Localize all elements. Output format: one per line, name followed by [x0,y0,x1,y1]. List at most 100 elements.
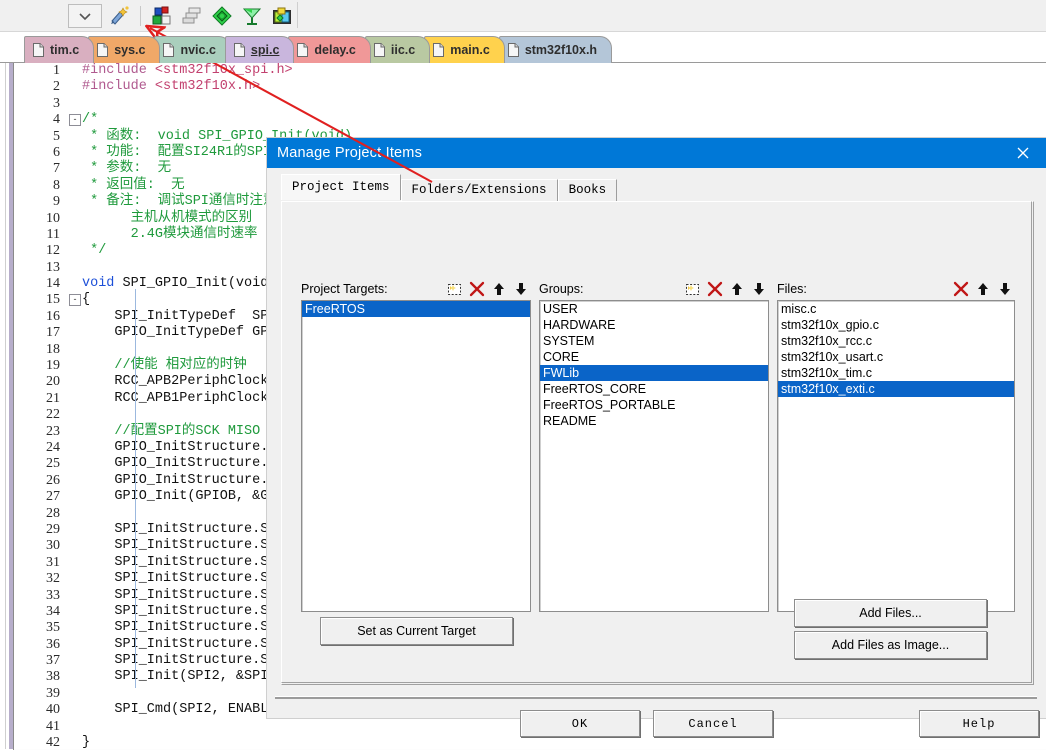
line-number: 41 [46,718,60,734]
move-up-icon[interactable] [489,279,509,299]
dialog-tab-folders-extensions[interactable]: Folders/Extensions [400,179,558,202]
line-number: 7 [53,161,60,177]
line-number: 19 [46,358,60,374]
list-item[interactable]: stm32f10x_gpio.c [778,317,1014,333]
line-number: 10 [46,210,60,226]
list-item[interactable]: stm32f10x_exti.c [778,381,1014,397]
move-up-icon[interactable] [727,279,747,299]
toolbar-separator [140,5,141,26]
editor-tab-label: sys.c [114,43,146,57]
editor-tab-spi-c[interactable]: spi.c [224,36,295,63]
dialog-separator [275,696,1037,699]
manage-project-items-dialog[interactable]: Manage Project Items Project Items Folder… [267,138,1046,737]
line-number: 16 [46,308,60,324]
dialog-tab-books[interactable]: Books [557,179,618,202]
list-item[interactable]: FreeRTOS [302,301,530,317]
project-targets-listbox[interactable]: FreeRTOS [301,300,531,612]
list-item[interactable]: stm32f10x_rcc.c [778,333,1014,349]
editor-tab-label: delay.c [314,43,356,57]
move-down-icon[interactable] [511,279,531,299]
manage-runtime-env-icon[interactable] [269,3,295,29]
list-item[interactable]: FreeRTOS_CORE [540,381,768,397]
list-item[interactable]: FreeRTOS_PORTABLE [540,397,768,413]
list-item[interactable]: SYSTEM [540,333,768,349]
delete-icon[interactable] [467,279,487,299]
fold-column [68,79,82,95]
editor-tab-bar[interactable]: tim.c sys.c nvic.c spi.c delay.c iic.c main.c s… [0,31,1046,63]
file-page-icon [33,43,44,57]
line-number: 20 [46,374,60,390]
dialog-tab-list[interactable]: Project Items Folders/Extensions Books [281,174,618,202]
line-number: 21 [46,390,60,406]
editor-tab-sys-c[interactable]: sys.c [88,36,161,63]
delete-icon[interactable] [951,279,971,299]
add-files-button[interactable]: Add Files... [794,599,987,627]
fold-column [68,309,82,325]
pack-installer-icon[interactable] [239,3,265,29]
ide-toolbar[interactable] [0,0,1046,32]
editor-tab-label: spi.c [250,43,280,57]
list-item[interactable]: README [540,413,768,429]
list-item[interactable]: USER [540,301,768,317]
fold-column [68,325,82,341]
list-item[interactable]: misc.c [778,301,1014,317]
fold-column [68,96,82,112]
close-icon[interactable] [1000,138,1046,168]
dialog-title: Manage Project Items [277,145,423,161]
help-button[interactable]: Help [919,710,1039,737]
configure-wizard-icon[interactable] [106,3,132,29]
fold-column [68,63,82,79]
list-item[interactable]: stm32f10x_tim.c [778,365,1014,381]
manage-multi-project-icon[interactable] [179,3,205,29]
move-up-icon[interactable] [973,279,993,299]
line-number: 29 [46,521,60,537]
fold-column[interactable]: - [68,112,82,128]
move-down-icon[interactable] [995,279,1015,299]
ok-button[interactable]: OK [520,710,640,737]
editor-tab-nvic-c[interactable]: nvic.c [154,36,231,63]
fold-toggle-icon[interactable]: - [69,114,81,127]
line-number: 24 [46,439,60,455]
cancel-button[interactable]: Cancel [653,710,773,737]
set-as-current-target-button[interactable]: Set as Current Target [320,617,513,645]
groups-listbox[interactable]: USER HARDWARE SYSTEM CORE FWLib FreeRTOS_CORE… [539,300,769,612]
dialog-tab-project-items[interactable]: Project Items [281,174,401,200]
toolbar-end-separator [297,2,298,28]
line-number: 35 [46,620,60,636]
fold-column [68,669,82,685]
fold-column [68,571,82,587]
line-number: 34 [46,603,60,619]
manage-project-items-icon[interactable] [149,3,175,29]
fold-column [68,211,82,227]
code-text: #include <stm32f10x.h> [82,79,261,95]
list-item[interactable]: CORE [540,349,768,365]
editor-tab-delay-c[interactable]: delay.c [288,36,371,63]
editor-tab-main-c[interactable]: main.c [424,36,505,63]
line-number: 33 [46,587,60,603]
target-options-icon[interactable] [209,3,235,29]
editor-tab-stm32f10x-h[interactable]: stm32f10x.h [498,36,613,63]
fold-column [68,506,82,522]
list-item[interactable]: FWLib [540,365,768,381]
list-item[interactable]: HARDWARE [540,317,768,333]
add-files-as-image-button[interactable]: Add Files as Image... [794,631,987,659]
editor-tab-iic-c[interactable]: iic.c [364,36,431,63]
fold-column [68,686,82,702]
fold-column [68,194,82,210]
target-selector-dropdown[interactable] [68,3,102,28]
list-item[interactable]: stm32f10x_usart.c [778,349,1014,365]
line-number: 40 [46,702,60,718]
editor-tab-tim-c[interactable]: tim.c [24,36,95,63]
delete-icon[interactable] [705,279,725,299]
move-down-icon[interactable] [749,279,769,299]
dialog-title-bar[interactable]: Manage Project Items [267,138,1046,168]
fold-column [68,702,82,718]
groups-column: Groups: USER HARDWARE SYSTEM CORE FWLib … [539,278,769,612]
line-number: 31 [46,554,60,570]
new-item-icon[interactable] [445,279,465,299]
editor-left-margin [0,31,6,749]
fold-toggle-icon[interactable]: - [69,294,81,307]
new-item-icon[interactable] [683,279,703,299]
files-listbox[interactable]: misc.c stm32f10x_gpio.c stm32f10x_rcc.c stm… [777,300,1015,612]
fold-column[interactable]: - [68,292,82,308]
